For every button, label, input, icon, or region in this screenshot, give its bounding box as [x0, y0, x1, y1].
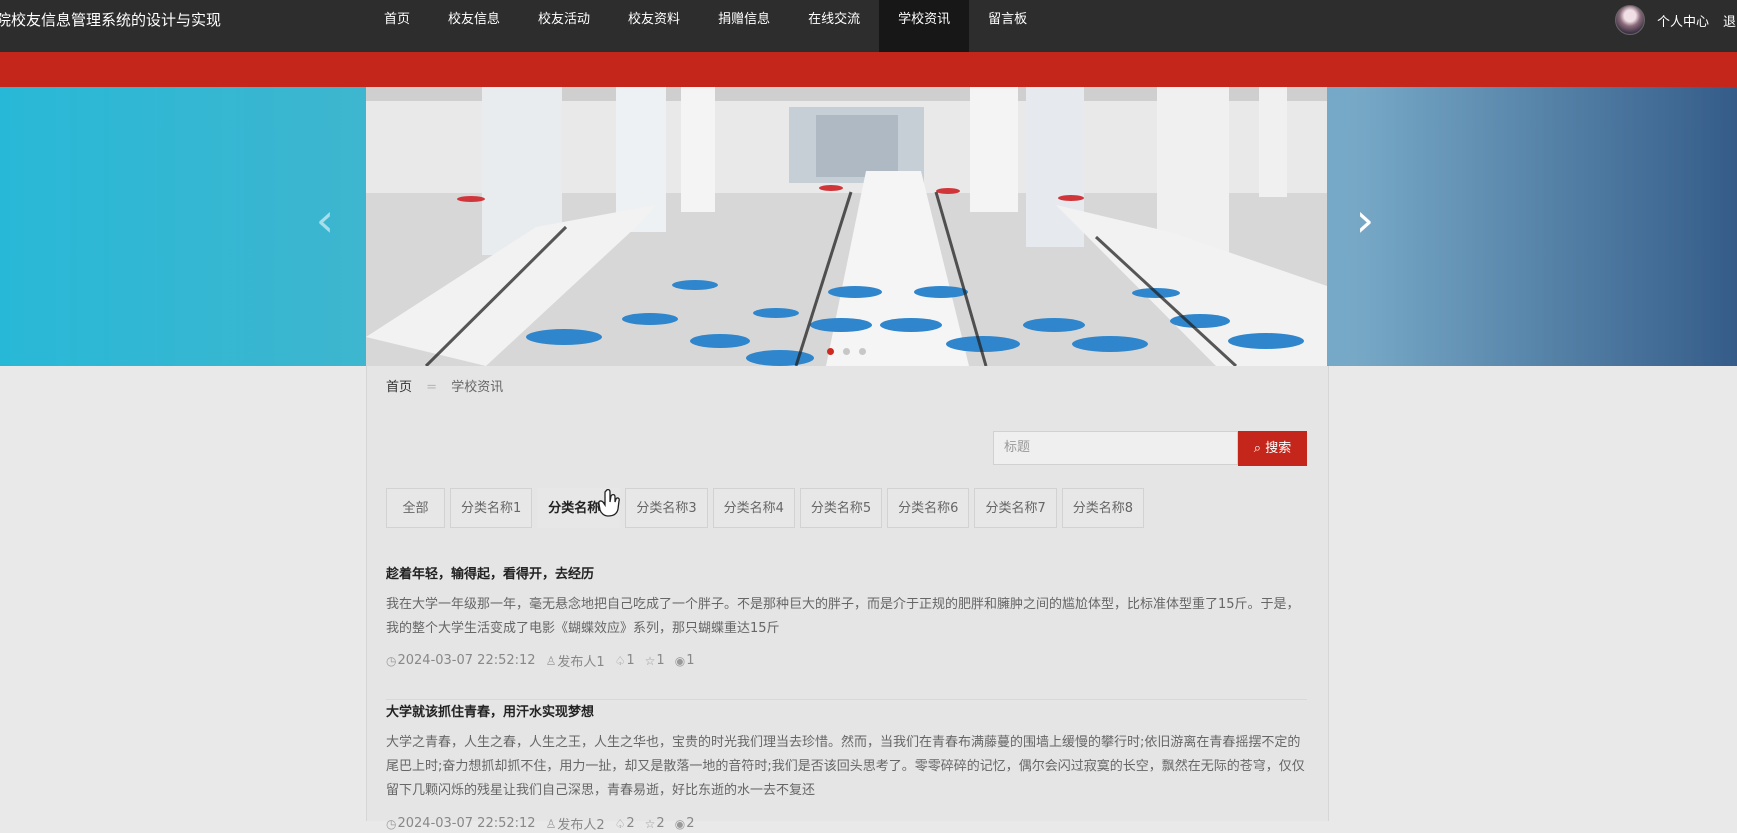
search-input[interactable]: 标题 — [993, 431, 1238, 465]
eye-icon: ◉ — [674, 653, 686, 668]
nav-message-board[interactable]: 留言板 — [969, 0, 1046, 40]
breadcrumb-current: 学校资讯 — [451, 380, 504, 395]
news-panel: 首页 = 学校资讯 标题 ⌕ 搜索 全部 分类名称1 分类名称2 分类名称3 分… — [366, 366, 1329, 833]
like-count: ♤ 1 — [614, 653, 635, 668]
user-area: 个人中心 退 — [1614, 0, 1737, 40]
top-navigation-bar: 院校友信息管理系统的设计与实现 首页 校友信息 校友活动 校友资料 捐赠信息 在… — [0, 0, 1737, 52]
hand-cursor-icon — [598, 489, 620, 517]
carousel-indicators — [827, 348, 875, 355]
breadcrumb-separator: = — [426, 380, 438, 395]
news-summary: 我在大学一年级那一年，毫无悬念地把自己吃成了一个胖子。不是那种巨大的胖子，而是介… — [386, 597, 1300, 636]
nav-school-news[interactable]: 学校资讯 — [879, 0, 970, 52]
category-6[interactable]: 分类名称6 — [887, 488, 970, 528]
breadcrumb-home[interactable]: 首页 — [386, 380, 412, 395]
search-button[interactable]: ⌕ 搜索 — [1238, 431, 1307, 466]
category-filter: 全部 分类名称1 分类名称2 分类名称3 分类名称4 分类名称5 分类名称6 分… — [386, 488, 1149, 528]
nav-alumni-info[interactable]: 校友信息 — [429, 0, 519, 40]
view-count: ◉ 2 — [674, 816, 695, 831]
star-icon: ☆ — [644, 816, 656, 831]
carousel-slide-image — [366, 87, 1327, 366]
search-button-label: 搜索 — [1265, 441, 1292, 456]
view-count: ◉ 1 — [674, 653, 695, 668]
news-title[interactable]: 趁着年轻，输得起，看得开，去经历 — [386, 563, 594, 582]
category-4[interactable]: 分类名称4 — [712, 488, 795, 528]
user-center-link[interactable]: 个人中心 — [1657, 11, 1709, 30]
thumbs-up-icon: ♤ — [614, 653, 626, 668]
favorite-count: ☆ 2 — [644, 816, 665, 831]
clock-icon: ◷ — [386, 653, 397, 668]
app-title: 院校友信息管理系统的设计与实现 — [0, 11, 222, 29]
like-count: ♤ 2 — [614, 816, 635, 831]
thumbs-up-icon: ♤ — [614, 816, 626, 831]
category-1[interactable]: 分类名称1 — [450, 488, 533, 528]
category-5[interactable]: 分类名称5 — [799, 488, 883, 528]
cafeteria-image — [366, 87, 1327, 366]
chevron-left-icon[interactable]: ‹ — [305, 190, 345, 250]
logout-link[interactable]: 退 — [1723, 11, 1737, 30]
main-nav: 首页 校友信息 校友活动 校友资料 捐赠信息 在线交流 学校资讯 留言板 — [365, 0, 1046, 52]
nav-donation-info[interactable]: 捐赠信息 — [699, 0, 789, 40]
carousel-dot-2[interactable] — [843, 348, 850, 355]
nav-home[interactable]: 首页 — [365, 0, 429, 40]
news-meta: ◷ 2024-03-07 22:52:12 ♙ 发布人2 ♤ 2 ☆ 2 ◉ 2 — [386, 814, 704, 833]
publish-time: ◷ 2024-03-07 22:52:12 — [386, 816, 536, 831]
publish-time: ◷ 2024-03-07 22:52:12 — [386, 653, 536, 668]
hero-carousel: ‹ › — [0, 87, 1737, 366]
publisher: ♙ 发布人2 — [545, 816, 605, 833]
news-summary: 大学之青春，人生之春，人生之王，人生之华也，宝贵的时光我们理当去珍惜。然而，当我… — [386, 735, 1305, 798]
category-8[interactable]: 分类名称8 — [1061, 488, 1145, 528]
news-list-item[interactable]: 趁着年轻，输得起，看得开，去经历 我在大学一年级那一年，毫无悬念地把自己吃成了一… — [386, 563, 1307, 700]
nav-online-chat[interactable]: 在线交流 — [789, 0, 879, 40]
news-list-item[interactable]: 大学就该抓住青春，用汗水实现梦想 大学之青春，人生之春，人生之王，人生之华也，宝… — [386, 701, 1307, 833]
accent-strip — [0, 52, 1737, 87]
nav-alumni-activities[interactable]: 校友活动 — [519, 0, 609, 40]
search-icon: ⌕ — [1253, 441, 1262, 456]
clock-icon: ◷ — [386, 816, 397, 831]
star-icon: ☆ — [644, 653, 656, 668]
avatar[interactable] — [1614, 5, 1645, 35]
category-7[interactable]: 分类名称7 — [974, 488, 1057, 528]
user-icon: ♙ — [545, 816, 557, 831]
category-all[interactable]: 全部 — [386, 488, 445, 528]
breadcrumb: 首页 = 学校资讯 — [386, 378, 503, 398]
chevron-right-icon[interactable]: › — [1345, 190, 1385, 250]
user-icon: ♙ — [545, 653, 557, 668]
favorite-count: ☆ 1 — [644, 653, 665, 668]
eye-icon: ◉ — [674, 816, 686, 831]
news-meta: ◷ 2024-03-07 22:52:12 ♙ 发布人1 ♤ 1 ☆ 1 ◉ 1 — [386, 651, 704, 670]
carousel-dot-3[interactable] — [859, 348, 866, 355]
news-title[interactable]: 大学就该抓住青春，用汗水实现梦想 — [386, 701, 594, 720]
carousel-dot-1[interactable] — [827, 348, 834, 355]
publisher: ♙ 发布人1 — [545, 653, 605, 671]
nav-alumni-materials[interactable]: 校友资料 — [609, 0, 699, 40]
category-3[interactable]: 分类名称3 — [625, 488, 708, 528]
